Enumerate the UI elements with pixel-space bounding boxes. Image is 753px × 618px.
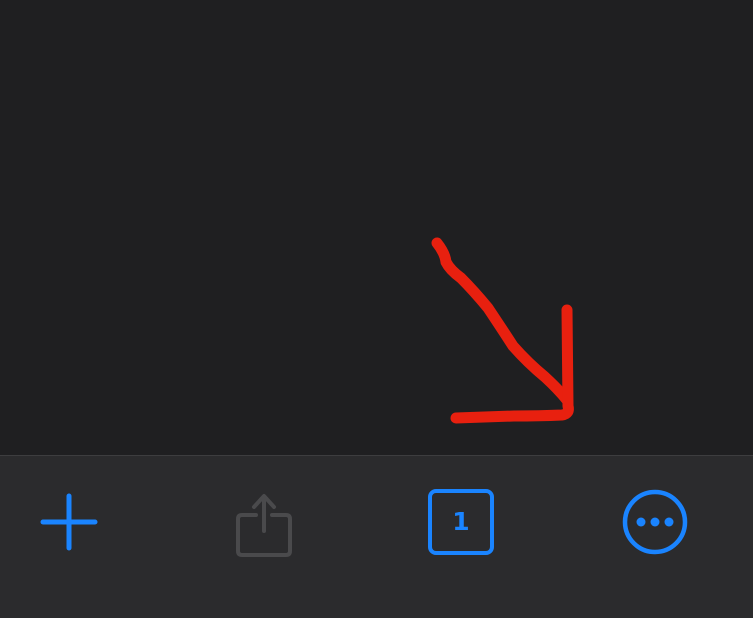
share-icon — [236, 494, 292, 557]
bottom-toolbar: 1 — [0, 455, 753, 618]
more-button[interactable] — [615, 481, 695, 561]
tabs-button[interactable]: 1 — [421, 481, 501, 561]
content-area — [0, 0, 753, 455]
tab-count: 1 — [452, 506, 470, 536]
share-button[interactable] — [224, 481, 304, 561]
plus-icon — [40, 493, 98, 551]
new-tab-button[interactable] — [29, 481, 109, 561]
ellipsis-circle-icon — [622, 489, 688, 555]
